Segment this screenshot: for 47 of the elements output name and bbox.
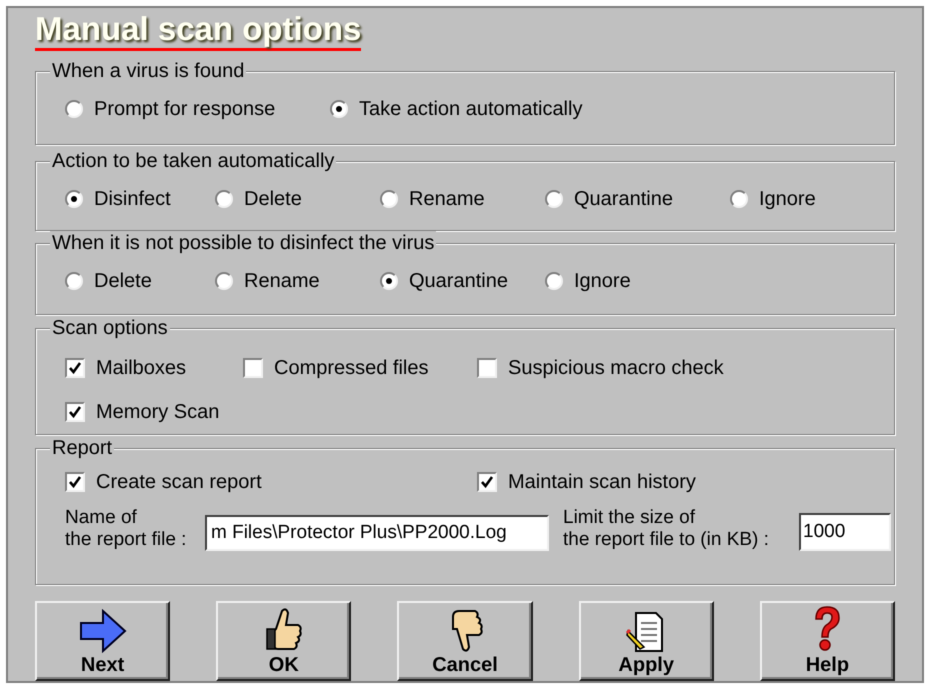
radio-button[interactable] xyxy=(330,100,348,118)
checkbox[interactable] xyxy=(65,402,85,422)
radio-label: Quarantine xyxy=(574,187,673,212)
toolbar-button[interactable]: Apply xyxy=(578,601,714,681)
size-limit-field[interactable]: 1000 xyxy=(799,513,891,551)
radio-button[interactable] xyxy=(65,100,83,118)
toolbar-button[interactable]: Next xyxy=(35,601,170,681)
radio-button[interactable] xyxy=(215,272,233,290)
radio-label: Delete xyxy=(244,187,302,212)
radio-label: Ignore xyxy=(574,269,631,294)
radio-label: Ignore xyxy=(759,187,816,212)
thumbs-up-icon xyxy=(264,607,304,653)
checkbox-label: Compressed files xyxy=(274,356,429,381)
radio-label: Disinfect xyxy=(94,187,171,212)
toolbar-button[interactable]: Help xyxy=(760,601,896,681)
checkbox-label: Suspicious macro check xyxy=(508,356,724,381)
checkbox[interactable] xyxy=(477,358,497,378)
radio-button[interactable] xyxy=(730,190,748,208)
checkbox[interactable] xyxy=(65,472,85,492)
group-legend: When it is not possible to disinfect the virus xyxy=(50,231,436,255)
checkbox-label: Mailboxes xyxy=(96,356,186,381)
field-label: Limit the size of the report file to (in KB) : xyxy=(563,507,770,551)
checkbox[interactable] xyxy=(477,472,497,492)
radio-button[interactable] xyxy=(545,272,563,290)
radio-button[interactable] xyxy=(215,190,233,208)
radio-button[interactable] xyxy=(380,190,398,208)
radio-label: Quarantine xyxy=(409,269,508,294)
toolbar-button[interactable]: Cancel xyxy=(397,601,533,681)
field-label: Name of the report file : xyxy=(65,507,188,551)
page-title: Manual scan options xyxy=(35,12,362,51)
checkbox-label: Create scan report xyxy=(96,470,262,495)
file-name-field[interactable]: m Files\Protector Plus\PP2000.Log xyxy=(205,515,549,551)
radio-button[interactable] xyxy=(545,190,563,208)
radio-label: Delete xyxy=(94,269,152,294)
radio-label: Take action automatically xyxy=(359,97,582,122)
radio-label: Rename xyxy=(244,269,320,294)
radio-label: Rename xyxy=(409,187,485,212)
checkbox-label: Memory Scan xyxy=(96,400,220,425)
checkbox[interactable] xyxy=(243,358,263,378)
toolbar-button[interactable]: OK xyxy=(216,601,352,681)
checkbox-label: Maintain scan history xyxy=(508,470,696,495)
radio-button[interactable] xyxy=(65,272,83,290)
checkbox[interactable] xyxy=(65,358,85,378)
arrow-icon xyxy=(78,609,127,653)
radio-button[interactable] xyxy=(380,272,398,290)
radio-button[interactable] xyxy=(65,190,83,208)
radio-label: Prompt for response xyxy=(94,97,276,122)
